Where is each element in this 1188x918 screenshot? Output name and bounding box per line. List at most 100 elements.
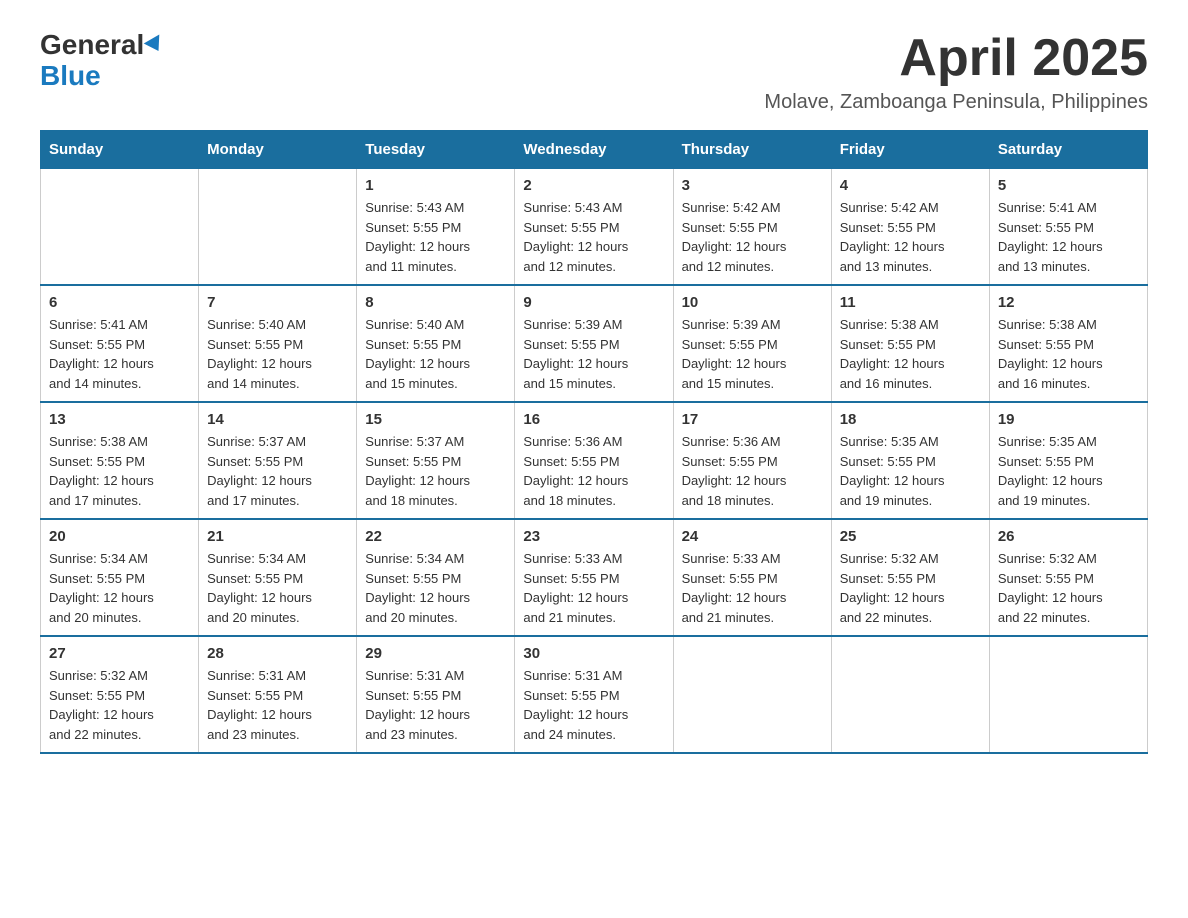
day-info: Sunrise: 5:42 AMSunset: 5:55 PMDaylight:… [682, 198, 823, 276]
calendar-cell: 23 Sunrise: 5:33 AMSunset: 5:55 PMDayligh… [515, 519, 673, 636]
day-info: Sunrise: 5:32 AMSunset: 5:55 PMDaylight:… [49, 666, 190, 744]
day-number: 15 [365, 411, 506, 428]
day-info: Sunrise: 5:34 AMSunset: 5:55 PMDaylight:… [365, 549, 506, 627]
calendar-cell: 27 Sunrise: 5:32 AMSunset: 5:55 PMDayligh… [41, 636, 199, 753]
day-number: 16 [523, 411, 664, 428]
calendar-cell: 12 Sunrise: 5:38 AMSunset: 5:55 PMDayligh… [989, 285, 1147, 402]
day-info: Sunrise: 5:32 AMSunset: 5:55 PMDaylight:… [998, 549, 1139, 627]
calendar-cell [831, 636, 989, 753]
day-number: 24 [682, 528, 823, 545]
day-number: 11 [840, 294, 981, 311]
day-info: Sunrise: 5:36 AMSunset: 5:55 PMDaylight:… [523, 432, 664, 510]
calendar-cell: 29 Sunrise: 5:31 AMSunset: 5:55 PMDayligh… [357, 636, 515, 753]
logo: General Blue [40, 30, 164, 92]
day-info: Sunrise: 5:41 AMSunset: 5:55 PMDaylight:… [998, 198, 1139, 276]
calendar-cell: 14 Sunrise: 5:37 AMSunset: 5:55 PMDayligh… [199, 402, 357, 519]
header-thursday: Thursday [673, 131, 831, 169]
day-number: 27 [49, 645, 190, 662]
day-info: Sunrise: 5:39 AMSunset: 5:55 PMDaylight:… [523, 315, 664, 393]
calendar-cell: 10Sunrise: 5:39 AMSunset: 5:55 PMDayligh… [673, 285, 831, 402]
calendar-week-5: 27 Sunrise: 5:32 AMSunset: 5:55 PMDayligh… [41, 636, 1148, 753]
calendar-cell: 2 Sunrise: 5:43 AMSunset: 5:55 PMDaylight… [515, 169, 673, 286]
day-info: Sunrise: 5:35 AMSunset: 5:55 PMDaylight:… [840, 432, 981, 510]
day-number: 14 [207, 411, 348, 428]
calendar-cell: 7 Sunrise: 5:40 AMSunset: 5:55 PMDaylight… [199, 285, 357, 402]
day-number: 17 [682, 411, 823, 428]
day-info: Sunrise: 5:37 AMSunset: 5:55 PMDaylight:… [365, 432, 506, 510]
header-wednesday: Wednesday [515, 131, 673, 169]
day-number: 21 [207, 528, 348, 545]
day-number: 26 [998, 528, 1139, 545]
calendar-cell: 20Sunrise: 5:34 AMSunset: 5:55 PMDayligh… [41, 519, 199, 636]
calendar-cell: 5 Sunrise: 5:41 AMSunset: 5:55 PMDaylight… [989, 169, 1147, 286]
calendar-cell [989, 636, 1147, 753]
day-number: 13 [49, 411, 190, 428]
page-header: General Blue April 2025 Molave, Zamboang… [40, 30, 1148, 114]
day-info: Sunrise: 5:31 AMSunset: 5:55 PMDaylight:… [365, 666, 506, 744]
day-number: 22 [365, 528, 506, 545]
calendar-cell: 6 Sunrise: 5:41 AMSunset: 5:55 PMDaylight… [41, 285, 199, 402]
day-number: 19 [998, 411, 1139, 428]
day-info: Sunrise: 5:35 AMSunset: 5:55 PMDaylight:… [998, 432, 1139, 510]
header-tuesday: Tuesday [357, 131, 515, 169]
day-info: Sunrise: 5:33 AMSunset: 5:55 PMDaylight:… [523, 549, 664, 627]
day-number: 25 [840, 528, 981, 545]
day-number: 6 [49, 294, 190, 311]
day-number: 3 [682, 177, 823, 194]
day-number: 8 [365, 294, 506, 311]
calendar-cell: 15 Sunrise: 5:37 AMSunset: 5:55 PMDayligh… [357, 402, 515, 519]
calendar-cell: 8 Sunrise: 5:40 AMSunset: 5:55 PMDaylight… [357, 285, 515, 402]
calendar-cell [41, 169, 199, 286]
calendar-subtitle: Molave, Zamboanga Peninsula, Philippines [764, 91, 1148, 114]
day-number: 12 [998, 294, 1139, 311]
calendar-cell: 9 Sunrise: 5:39 AMSunset: 5:55 PMDaylight… [515, 285, 673, 402]
day-info: Sunrise: 5:32 AMSunset: 5:55 PMDaylight:… [840, 549, 981, 627]
day-info: Sunrise: 5:40 AMSunset: 5:55 PMDaylight:… [365, 315, 506, 393]
calendar-cell [199, 169, 357, 286]
calendar-cell: 16 Sunrise: 5:36 AMSunset: 5:55 PMDayligh… [515, 402, 673, 519]
calendar-week-4: 20Sunrise: 5:34 AMSunset: 5:55 PMDayligh… [41, 519, 1148, 636]
calendar-cell [673, 636, 831, 753]
day-number: 2 [523, 177, 664, 194]
logo-triangle-icon [144, 34, 167, 55]
day-number: 9 [523, 294, 664, 311]
day-number: 7 [207, 294, 348, 311]
calendar-cell: 28Sunrise: 5:31 AMSunset: 5:55 PMDayligh… [199, 636, 357, 753]
day-number: 23 [523, 528, 664, 545]
day-number: 18 [840, 411, 981, 428]
calendar-cell: 22 Sunrise: 5:34 AMSunset: 5:55 PMDayligh… [357, 519, 515, 636]
day-info: Sunrise: 5:33 AMSunset: 5:55 PMDaylight:… [682, 549, 823, 627]
day-info: Sunrise: 5:38 AMSunset: 5:55 PMDaylight:… [998, 315, 1139, 393]
calendar-week-3: 13 Sunrise: 5:38 AMSunset: 5:55 PMDayligh… [41, 402, 1148, 519]
day-info: Sunrise: 5:31 AMSunset: 5:55 PMDaylight:… [523, 666, 664, 744]
header-monday: Monday [199, 131, 357, 169]
calendar-week-2: 6 Sunrise: 5:41 AMSunset: 5:55 PMDaylight… [41, 285, 1148, 402]
calendar-cell: 24 Sunrise: 5:33 AMSunset: 5:55 PMDayligh… [673, 519, 831, 636]
calendar-cell: 26 Sunrise: 5:32 AMSunset: 5:55 PMDayligh… [989, 519, 1147, 636]
calendar-table: SundayMondayTuesdayWednesdayThursdayFrid… [40, 130, 1148, 754]
header-saturday: Saturday [989, 131, 1147, 169]
calendar-week-1: 1Sunrise: 5:43 AMSunset: 5:55 PMDaylight… [41, 169, 1148, 286]
day-info: Sunrise: 5:34 AMSunset: 5:55 PMDaylight:… [207, 549, 348, 627]
day-info: Sunrise: 5:34 AMSunset: 5:55 PMDaylight:… [49, 549, 190, 627]
day-info: Sunrise: 5:43 AMSunset: 5:55 PMDaylight:… [365, 198, 506, 276]
day-number: 28 [207, 645, 348, 662]
day-info: Sunrise: 5:39 AMSunset: 5:55 PMDaylight:… [682, 315, 823, 393]
day-info: Sunrise: 5:36 AMSunset: 5:55 PMDaylight:… [682, 432, 823, 510]
day-info: Sunrise: 5:38 AMSunset: 5:55 PMDaylight:… [49, 432, 190, 510]
calendar-cell: 21 Sunrise: 5:34 AMSunset: 5:55 PMDayligh… [199, 519, 357, 636]
calendar-cell: 4Sunrise: 5:42 AMSunset: 5:55 PMDaylight… [831, 169, 989, 286]
day-number: 30 [523, 645, 664, 662]
day-info: Sunrise: 5:43 AMSunset: 5:55 PMDaylight:… [523, 198, 664, 276]
day-number: 5 [998, 177, 1139, 194]
day-info: Sunrise: 5:41 AMSunset: 5:55 PMDaylight:… [49, 315, 190, 393]
day-info: Sunrise: 5:37 AMSunset: 5:55 PMDaylight:… [207, 432, 348, 510]
calendar-cell: 11 Sunrise: 5:38 AMSunset: 5:55 PMDayligh… [831, 285, 989, 402]
day-number: 4 [840, 177, 981, 194]
title-block: April 2025 Molave, Zamboanga Peninsula, … [764, 30, 1148, 114]
day-info: Sunrise: 5:38 AMSunset: 5:55 PMDaylight:… [840, 315, 981, 393]
calendar-cell: 13 Sunrise: 5:38 AMSunset: 5:55 PMDayligh… [41, 402, 199, 519]
day-number: 29 [365, 645, 506, 662]
day-info: Sunrise: 5:40 AMSunset: 5:55 PMDaylight:… [207, 315, 348, 393]
calendar-cell: 25 Sunrise: 5:32 AMSunset: 5:55 PMDayligh… [831, 519, 989, 636]
